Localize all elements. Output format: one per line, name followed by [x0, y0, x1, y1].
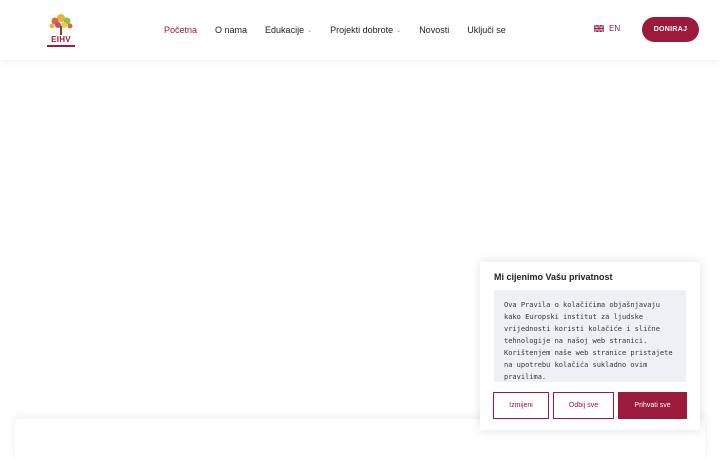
tree-logo-icon — [49, 14, 73, 35]
uk-flag-icon — [594, 25, 604, 32]
nav-item-label: Novosti — [419, 25, 450, 35]
logo-underline — [47, 45, 75, 47]
nav-item-label: Uključi se — [467, 25, 506, 35]
cookie-description: Ova Pravila o kolačićima objašnjavaju ka… — [494, 290, 686, 382]
cookie-title: Mi cijenimo Vašu privatnost — [494, 272, 613, 282]
nav-item-label: Projekti dobrote — [330, 25, 394, 35]
cookie-consent-dialog: Mi cijenimo Vašu privatnost Ova Pravila … — [480, 262, 700, 430]
chevron-down-icon: ⌄ — [396, 27, 402, 34]
nav-item-pocetna[interactable]: Početna — [164, 25, 197, 35]
nav-item-edukacije[interactable]: Edukacije ⌄ — [265, 25, 312, 35]
language-label: EN — [609, 24, 621, 33]
nav-item-label: Početna — [164, 25, 198, 35]
nav-item-novosti[interactable]: Novosti — [419, 25, 449, 35]
site-header: EIHV Početna O nama Edukacije ⌄ Projekti… — [0, 0, 720, 60]
logo[interactable]: EIHV — [46, 12, 76, 48]
nav-item-label: O nama — [215, 25, 248, 35]
nav-item-label: Edukacije — [265, 25, 305, 35]
donate-button[interactable]: DONIRAJ — [642, 17, 699, 42]
nav-item-o-nama[interactable]: O nama — [215, 25, 247, 35]
main-nav: Početna O nama Edukacije ⌄ Projekti dobr… — [164, 23, 524, 37]
language-switcher[interactable]: EN — [594, 24, 620, 33]
reject-all-button[interactable]: Odbij sve — [553, 392, 614, 419]
nav-item-projekti-dobrote[interactable]: Projekti dobrote ⌄ — [330, 25, 401, 35]
chevron-down-icon: ⌄ — [307, 27, 313, 34]
accept-all-button[interactable]: Prihvati sve — [618, 392, 687, 419]
nav-item-ukljuci-se[interactable]: Uključi se — [467, 25, 506, 35]
logo-text: EIHV — [51, 35, 71, 44]
customize-button[interactable]: Izmijeni — [493, 392, 549, 419]
